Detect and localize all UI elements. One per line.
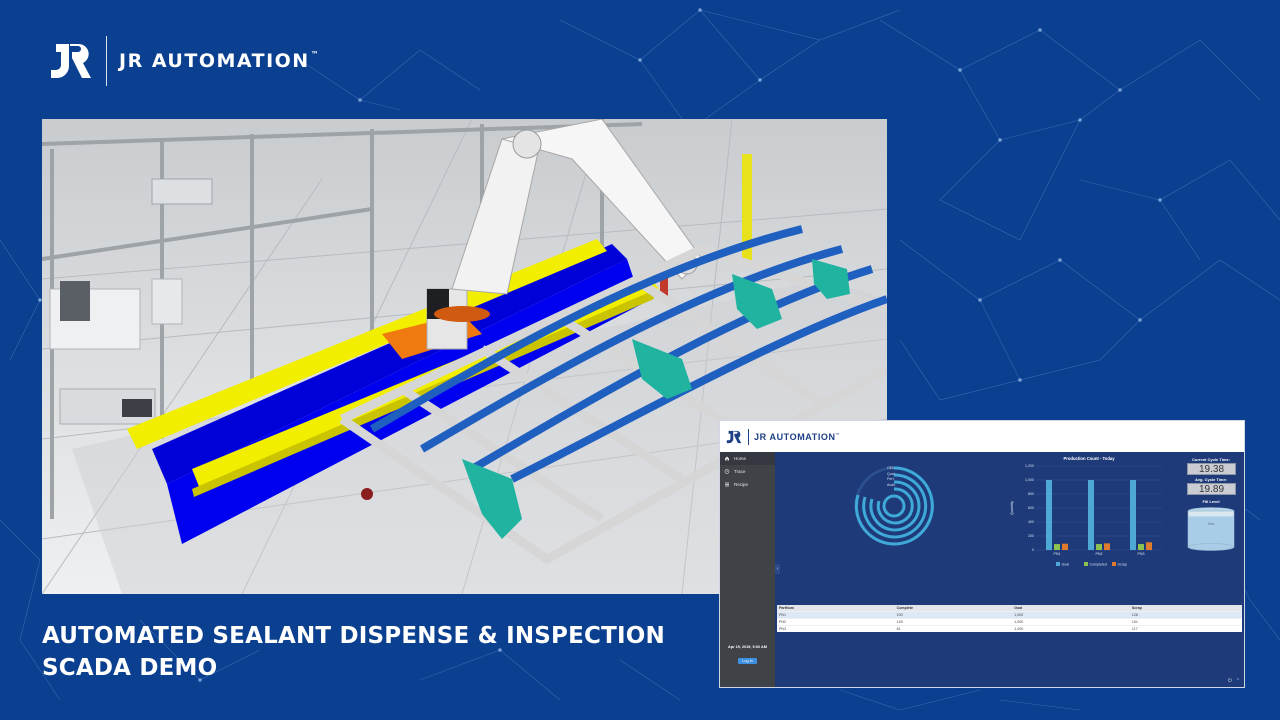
avg-cycle-value: 19.89 <box>1187 483 1236 495</box>
x-tick-label: PN3 <box>1138 552 1145 556</box>
bar-goal-pn3 <box>1130 480 1136 550</box>
sidebar-item-home[interactable]: Home <box>720 452 775 465</box>
bar-scrap-pn2 <box>1104 543 1110 550</box>
scada-sidebar: Home Trace Recipe Apr 19, 2019, 9:02 AM … <box>720 452 775 687</box>
cell-complete: 149 <box>896 620 903 624</box>
sidebar-date: Apr 19, 2019, 9:02 AM <box>728 645 767 649</box>
x-tick-label: PN2 <box>1096 552 1103 556</box>
bar-chart-svg: 0 200 400 600 800 1,000 1,200 Quantity PN1 PN2 PN3… <box>1010 464 1162 566</box>
power-icon[interactable]: ⏻ <box>1228 678 1232 684</box>
sidebar-footer: Apr 19, 2019, 9:02 AM Log In <box>720 645 775 667</box>
sidebar-item-trace[interactable]: Trace <box>720 465 775 478</box>
legend-label-goal: Goal <box>1062 562 1070 566</box>
cell-goal: 1,000 <box>1014 627 1024 631</box>
bar-completed-pn3 <box>1138 544 1144 550</box>
production-table: PartNum Complete Goal Scrap PN1 100 1,00… <box>777 605 1242 632</box>
table-row[interactable]: PN3 81 1,000 117 <box>777 625 1242 632</box>
sidebar-collapse-toggle[interactable]: ‹ <box>775 564 780 574</box>
home-icon <box>725 456 729 461</box>
table-row[interactable]: PN2 149 1,000 101 <box>777 618 1242 625</box>
col-header-scrap[interactable]: Scrap <box>1130 606 1242 610</box>
title-line-2: SCADA DEMO <box>42 655 218 681</box>
cell-goal: 1,000 <box>1014 620 1024 624</box>
current-cycle-value: 19.38 <box>1187 463 1236 475</box>
bar-scrap-pn3 <box>1146 542 1152 550</box>
title-line-1: AUTOMATED SEALANT DISPENSE & INSPECTION <box>42 623 665 649</box>
clock-icon <box>724 469 730 474</box>
scada-logo-text: JR AUTOMATION™ <box>754 431 841 442</box>
y-tick-label: 600 <box>1028 506 1034 510</box>
y-tick-label: 200 <box>1028 534 1034 538</box>
fill-level-label: Fill Level <box>1202 499 1220 504</box>
chevron-up-icon[interactable]: ⌃ <box>1236 678 1240 684</box>
cell-goal: 1,000 <box>1014 613 1024 617</box>
bar-completed-pn1 <box>1054 544 1060 550</box>
current-cycle-label: Current Cycle Time: <box>1192 457 1230 462</box>
trademark-symbol: ™ <box>310 50 321 59</box>
sidebar-item-label: Recipe <box>734 482 749 487</box>
sidebar-item-label: Trace <box>734 469 746 474</box>
jr-monogram-icon <box>726 430 742 443</box>
cell-complete: 100 <box>896 613 903 617</box>
cell-scrap: 117 <box>1131 627 1138 631</box>
tank-fill-level <box>1188 516 1234 547</box>
table-row[interactable]: PN1 100 1,000 128 <box>777 611 1242 618</box>
tank-label: Tank <box>1208 522 1215 526</box>
brand-name: JR AUTOMATION™ <box>119 50 321 72</box>
cell-partnum: PN2 <box>779 620 786 624</box>
bar-goal-pn1 <box>1046 480 1052 550</box>
scada-logo-divider <box>748 428 749 445</box>
x-tick-label: PN1 <box>1054 552 1061 556</box>
production-count-chart: Production Count - Today 0 200 400 600 800 1,… <box>1006 456 1172 582</box>
jr-monogram-icon <box>51 44 91 78</box>
sidebar-item-recipe[interactable]: Recipe <box>720 478 775 491</box>
cell-partnum: PN1 <box>779 613 786 617</box>
col-header-complete[interactable]: Complete <box>895 606 1013 610</box>
bar-scrap-pn1 <box>1062 543 1068 550</box>
cell-partnum: PN3 <box>779 627 786 631</box>
y-tick-label: 1,200 <box>1025 464 1034 468</box>
y-tick-label: 1,000 <box>1025 478 1034 482</box>
oee-legend: OEE Qual. Perf. Avail. <box>887 466 896 488</box>
col-header-partnum[interactable]: PartNum <box>777 606 895 610</box>
list-icon <box>725 482 729 487</box>
legend-performance: Perf. <box>887 477 895 481</box>
video-title: AUTOMATED SEALANT DISPENSE & INSPECTION … <box>42 620 665 684</box>
legend-availability: Avail. <box>887 482 896 487</box>
brand-logo: JR AUTOMATION™ <box>46 36 320 86</box>
log-in-button[interactable]: Log In <box>738 658 757 664</box>
legend-label-scrap: Scrap <box>1118 562 1127 566</box>
cell-complete: 81 <box>896 627 901 631</box>
scada-window: JR AUTOMATION™ Home Trace Recipe Apr 19,… <box>719 420 1245 688</box>
legend-swatch-scrap <box>1112 562 1116 566</box>
legend-swatch-goal <box>1056 562 1060 566</box>
legend-label-completed: Completed <box>1090 562 1107 566</box>
bar-completed-pn2 <box>1096 544 1102 550</box>
col-header-goal[interactable]: Goal <box>1012 606 1130 610</box>
brand-divider <box>106 36 107 86</box>
cell-scrap: 128 <box>1131 613 1138 617</box>
bar-goal-pn2 <box>1088 480 1094 550</box>
chart-title: Production Count - Today <box>1063 456 1115 461</box>
y-tick-label: 800 <box>1028 492 1034 496</box>
legend-oee: OEE <box>887 466 895 470</box>
y-axis-label: Quantity <box>1010 501 1014 515</box>
sidebar-item-label: Home <box>734 456 747 461</box>
cell-scrap: 101 <box>1131 620 1138 624</box>
scada-header: JR AUTOMATION™ <box>720 421 1244 452</box>
scada-footer: ⏻ ⌃ <box>1228 678 1240 684</box>
legend-swatch-completed <box>1084 562 1088 566</box>
y-tick-label: 400 <box>1028 520 1034 524</box>
y-tick-label: 0 <box>1032 548 1034 552</box>
fill-level-tank: Tank <box>1187 507 1235 551</box>
avg-cycle-label: Avg. Cycle Time: <box>1194 477 1227 482</box>
